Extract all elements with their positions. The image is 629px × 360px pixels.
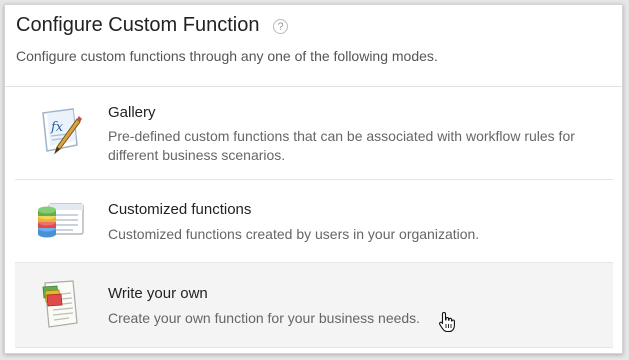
option-desc-write-your-own: Create your own function for your busine… [108, 310, 421, 326]
option-desc-gallery: Pre-defined custom functions that can be… [108, 128, 575, 163]
write-your-own-icon [42, 280, 78, 328]
hand-pointer-cursor-icon [439, 311, 455, 333]
option-title-gallery: Gallery [108, 104, 156, 121]
help-icon[interactable]: ? [273, 19, 288, 34]
option-title-customized-functions: Customized functions [108, 201, 252, 218]
option-write-your-own[interactable]: Write your own Create your own function … [15, 263, 613, 348]
dialog-subtitle: Configure custom functions through any o… [16, 48, 438, 64]
option-customized-functions[interactable]: Customized functions Customized function… [15, 180, 613, 263]
dialog-header: Configure Custom Function ? Configure cu… [5, 5, 622, 87]
option-title-write-your-own: Write your own [108, 285, 208, 302]
option-gallery[interactable]: fx Gallery Pre-defined custom functions … [15, 87, 613, 180]
gallery-fx-icon: fx [42, 108, 82, 155]
customized-functions-icon [38, 203, 84, 238]
dialog-title: Configure Custom Function [16, 14, 260, 36]
option-desc-customized-functions: Customized functions created by users in… [108, 226, 480, 242]
svg-text:fx: fx [50, 120, 64, 135]
configure-custom-function-dialog: Configure Custom Function ? Configure cu… [4, 4, 623, 354]
